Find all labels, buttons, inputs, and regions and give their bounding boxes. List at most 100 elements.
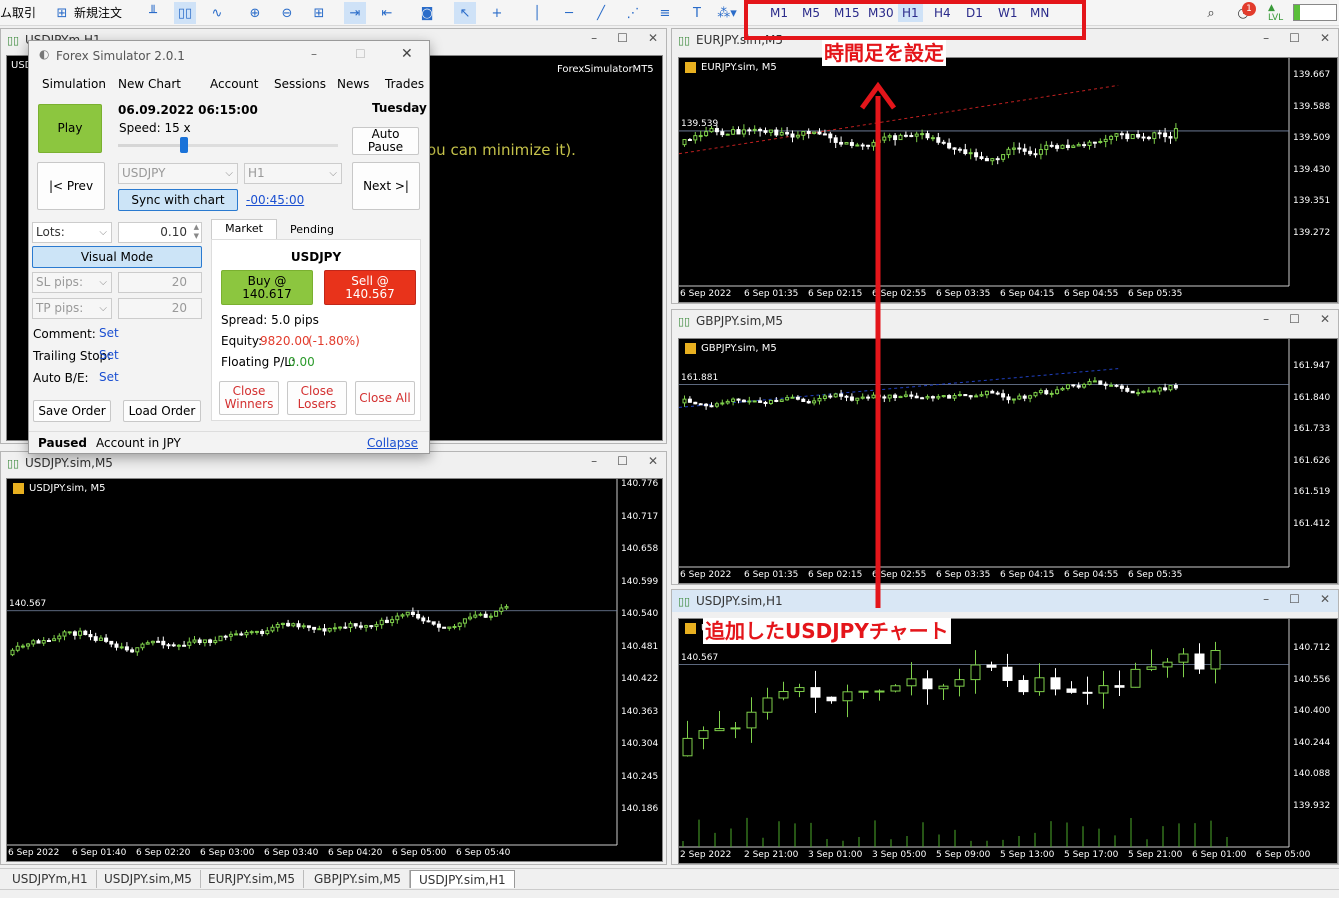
chart-tab[interactable]: USDJPYm,H1 (4, 870, 97, 888)
candle-body (218, 635, 223, 642)
text-icon[interactable]: T (686, 2, 708, 24)
chart-area[interactable]: USDJPY.sim, M5HistoryTradesAvgNews140.77… (6, 478, 663, 862)
menu-sessions[interactable]: Sessions (274, 77, 326, 91)
close-icon[interactable]: ✕ (648, 454, 658, 468)
menu-new-chart[interactable]: New Chart (118, 77, 181, 91)
auto-be-set-link[interactable]: Set (99, 370, 119, 384)
chart-window-eurjpy-m5[interactable]: EURJPY.sim,M5 ▯▯ –☐✕ EURJPY.sim, M5Histo… (671, 28, 1339, 304)
chart-area[interactable]: USDJPY.sim, H1HistoryTradesAvgNews140.71… (678, 618, 1338, 864)
minimize-icon[interactable]: – (311, 47, 317, 61)
sl-input[interactable]: 20 (118, 272, 202, 293)
algo-trading-label[interactable]: ム取引 (0, 4, 36, 21)
chart-area[interactable]: GBPJPY.sim, M5HistoryTradesAvgNews161.94… (678, 338, 1338, 584)
line-chart-icon[interactable]: ∿ (206, 2, 228, 24)
candle-body (400, 614, 405, 617)
menu-simulation[interactable]: Simulation (42, 77, 106, 91)
crosshair-icon[interactable]: + (486, 2, 508, 24)
screenshot-icon[interactable]: ◙ (416, 2, 438, 24)
tp-input[interactable]: 20 (118, 298, 202, 319)
play-button[interactable]: Play (38, 104, 102, 153)
close-icon[interactable]: ✕ (1320, 31, 1330, 45)
candle-body (779, 399, 784, 402)
new-order-icon[interactable]: ⊞ (52, 2, 72, 24)
speed-slider[interactable] (118, 137, 338, 153)
symbol-select[interactable]: USDJPY ⌵ (118, 163, 238, 184)
stepper-icon[interactable]: ▲ ▼ (194, 223, 199, 241)
chart-tab[interactable]: USDJPY.sim,M5 (96, 870, 201, 888)
timeframe-select[interactable]: H1 ⌵ (244, 163, 342, 184)
maximize-icon[interactable]: ☐ (617, 454, 628, 468)
cursor-icon[interactable]: ↖ (454, 2, 476, 24)
chart-tab[interactable]: GBPJPY.sim,M5 (306, 870, 411, 888)
close-icon[interactable]: ✕ (1320, 312, 1330, 326)
candle-body (1082, 691, 1093, 694)
close-winners-button[interactable]: Close Winners (219, 381, 279, 415)
close-all-button[interactable]: Close All (355, 381, 415, 415)
zoom-out-icon[interactable]: ⊖ (276, 2, 298, 24)
close-losers-button[interactable]: Close Losers (287, 381, 347, 415)
close-icon[interactable]: ✕ (401, 46, 413, 62)
next-button[interactable]: Next >| (352, 162, 420, 210)
maximize-icon[interactable]: ☐ (1289, 31, 1300, 45)
sl-select[interactable]: SL pips: ⌵ (32, 272, 112, 293)
trendline-icon[interactable]: ╱ (590, 2, 612, 24)
save-order-button[interactable]: Save Order (33, 400, 111, 422)
close-icon[interactable]: ✕ (1320, 592, 1330, 606)
zoom-in-icon[interactable]: ⊕ (244, 2, 266, 24)
chart-tab[interactable]: EURJPY.sim,M5 (200, 870, 305, 888)
buy-button[interactable]: Buy @ 140.617 (221, 270, 313, 305)
chart-window-gbpjpy-m5[interactable]: GBPJPY.sim,M5 ▯▯ – ☐ ✕ GBPJPY.sim, M5Histo… (671, 309, 1339, 585)
lots-select[interactable]: Lots: ⌵ (32, 222, 112, 243)
horizontal-line-icon[interactable]: ─ (558, 2, 580, 24)
maximize-icon[interactable]: ☐ (355, 47, 366, 61)
candle-body (849, 396, 854, 401)
tab-pending-order[interactable]: Pending order (278, 221, 346, 254)
candlestick-icon[interactable]: ▯▯ (174, 2, 196, 24)
candle (968, 148, 973, 160)
visual-mode-button[interactable]: Visual Mode (32, 246, 202, 268)
minimize-icon[interactable]: – (1263, 592, 1269, 606)
menu-trades[interactable]: Trades (385, 77, 424, 91)
minimize-icon[interactable]: – (591, 31, 597, 45)
candle-body (1017, 147, 1022, 150)
chart-tab[interactable]: USDJPY.sim,H1 (410, 870, 515, 888)
search-icon[interactable]: ⌕ (1200, 2, 1222, 24)
chart-area[interactable]: EURJPY.sim, M5HistoryTradesAvgNews139.66… (678, 57, 1338, 303)
auto-pause-button[interactable]: Auto Pause (352, 127, 419, 155)
channel-icon[interactable]: ⋰ (622, 2, 644, 24)
vertical-line-icon[interactable]: │ (526, 2, 548, 24)
candle (395, 612, 400, 624)
maximize-icon[interactable]: ☐ (1289, 592, 1300, 606)
time-offset-link[interactable]: -00:45:00 (246, 193, 304, 207)
load-order-button[interactable]: Load Order (123, 400, 201, 422)
sell-button[interactable]: Sell @ 140.567 (324, 270, 416, 305)
menu-news[interactable]: News (337, 77, 369, 91)
bar-chart-icon[interactable]: ╨ (142, 2, 164, 24)
candle (947, 394, 952, 399)
minimize-icon[interactable]: – (1263, 312, 1269, 326)
candle (1162, 657, 1173, 678)
signal-icon[interactable]: ▲ LVL (1268, 3, 1283, 23)
autoscroll-icon[interactable]: ⇥ (344, 2, 366, 24)
tab-market-order[interactable]: Market order (211, 219, 277, 253)
chart-shift-icon[interactable]: ⇤ (376, 2, 398, 24)
fibonacci-icon[interactable]: ≡ (654, 2, 676, 24)
maximize-icon[interactable]: ☐ (617, 31, 628, 45)
collapse-link[interactable]: Collapse (367, 436, 418, 450)
minimize-icon[interactable]: – (1263, 31, 1269, 45)
lots-input[interactable]: 0.10 ▲ ▼ (118, 222, 202, 243)
minimize-icon[interactable]: – (591, 454, 597, 468)
menu-account[interactable]: Account (210, 77, 258, 91)
chart-window-usdjpy-m5[interactable]: USDJPY.sim,M5 ▯▯ – ☐ ✕ USDJPY.sim, M5Histo… (0, 451, 667, 865)
trailing-set-link[interactable]: Set (99, 348, 119, 362)
grid-icon[interactable]: ⊞ (308, 2, 330, 24)
prev-button[interactable]: |< Prev (37, 162, 105, 210)
speed-slider-thumb[interactable] (180, 137, 188, 153)
maximize-icon[interactable]: ☐ (1289, 312, 1300, 326)
close-icon[interactable]: ✕ (648, 31, 658, 45)
comment-set-link[interactable]: Set (99, 326, 119, 340)
sync-with-chart-button[interactable]: Sync with chart (118, 189, 238, 211)
new-order-button[interactable]: 新規注文 (74, 4, 122, 21)
tp-select[interactable]: TP pips: ⌵ (32, 298, 112, 319)
shapes-icon[interactable]: ⁂▾ (714, 2, 740, 24)
